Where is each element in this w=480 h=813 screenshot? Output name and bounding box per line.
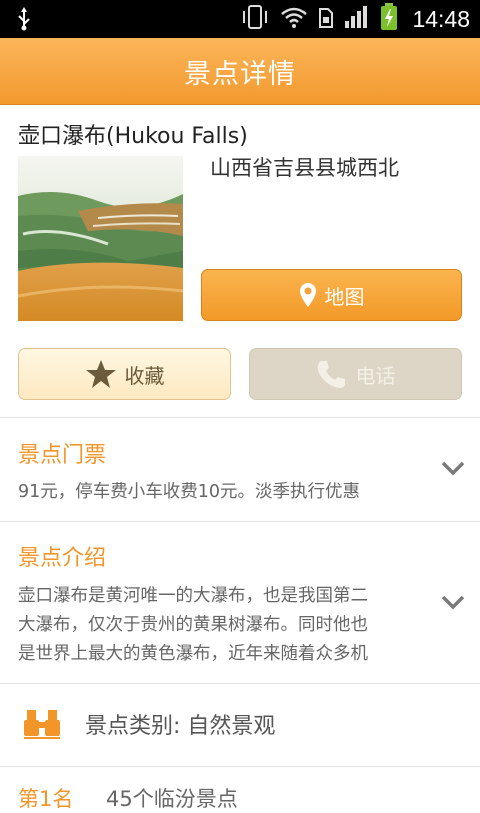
rank-row[interactable]: 第1名 45个临汾景点 [0,767,480,811]
divider [0,521,480,522]
tickets-title: 景点门票 [18,443,107,468]
intro-line: 是世界上最大的黄色瀑布，近年来随着众多机 [18,644,368,664]
usb-icon [16,7,32,35]
phone-button-label: 电话 [355,363,396,388]
phone-button[interactable]: 电话 [249,348,462,400]
scenic-photo[interactable] [18,156,183,321]
page-title: 景点详情 [184,58,296,90]
category-label: 景点类别: 自然景观 [85,714,276,739]
map-button[interactable]: 地图 [201,269,462,321]
rank-place: 第1名 [18,787,74,811]
sim-icon [318,5,334,33]
place-name: 壶口瀑布(Hukou Falls) [18,124,248,149]
favorite-button-label: 收藏 [124,363,165,388]
intro-line: 壶口瀑布是黄河唯一的大瀑布，也是我国第二 [18,586,368,606]
intro-title: 景点介绍 [18,546,107,571]
map-button-label: 地图 [324,284,365,309]
tickets-text: 91元，停车费小车收费10元。淡季执行优惠 [18,482,361,502]
status-bar: 14:48 [0,0,480,38]
favorite-button[interactable]: 收藏 [18,348,231,400]
wifi-icon [280,5,308,33]
map-pin-icon [299,282,317,308]
chevron-down-icon[interactable] [440,459,466,481]
address: 山西省吉县县城西北 [210,156,399,180]
title-bar: 景点详情 [0,38,480,105]
chevron-down-icon[interactable] [440,593,466,615]
divider [0,417,480,418]
rank-note: 45个临汾景点 [106,787,238,811]
intro-line: 大瀑布，仅次于贵州的黄果树瀑布。同时他也 [18,615,368,635]
intro-text: 壶口瀑布是黄河唯一的大瀑布，也是我国第二 大瀑布，仅次于贵州的黄果树瀑布。同时他… [18,582,443,669]
clock: 14:48 [412,5,470,32]
vibrate-icon [240,4,270,34]
battery-charging-icon [380,3,398,35]
binoculars-icon [22,708,62,744]
category-row: 景点类别: 自然景观 [0,684,480,766]
phone-icon [316,359,348,389]
star-icon [85,359,117,389]
signal-icon [344,5,370,33]
